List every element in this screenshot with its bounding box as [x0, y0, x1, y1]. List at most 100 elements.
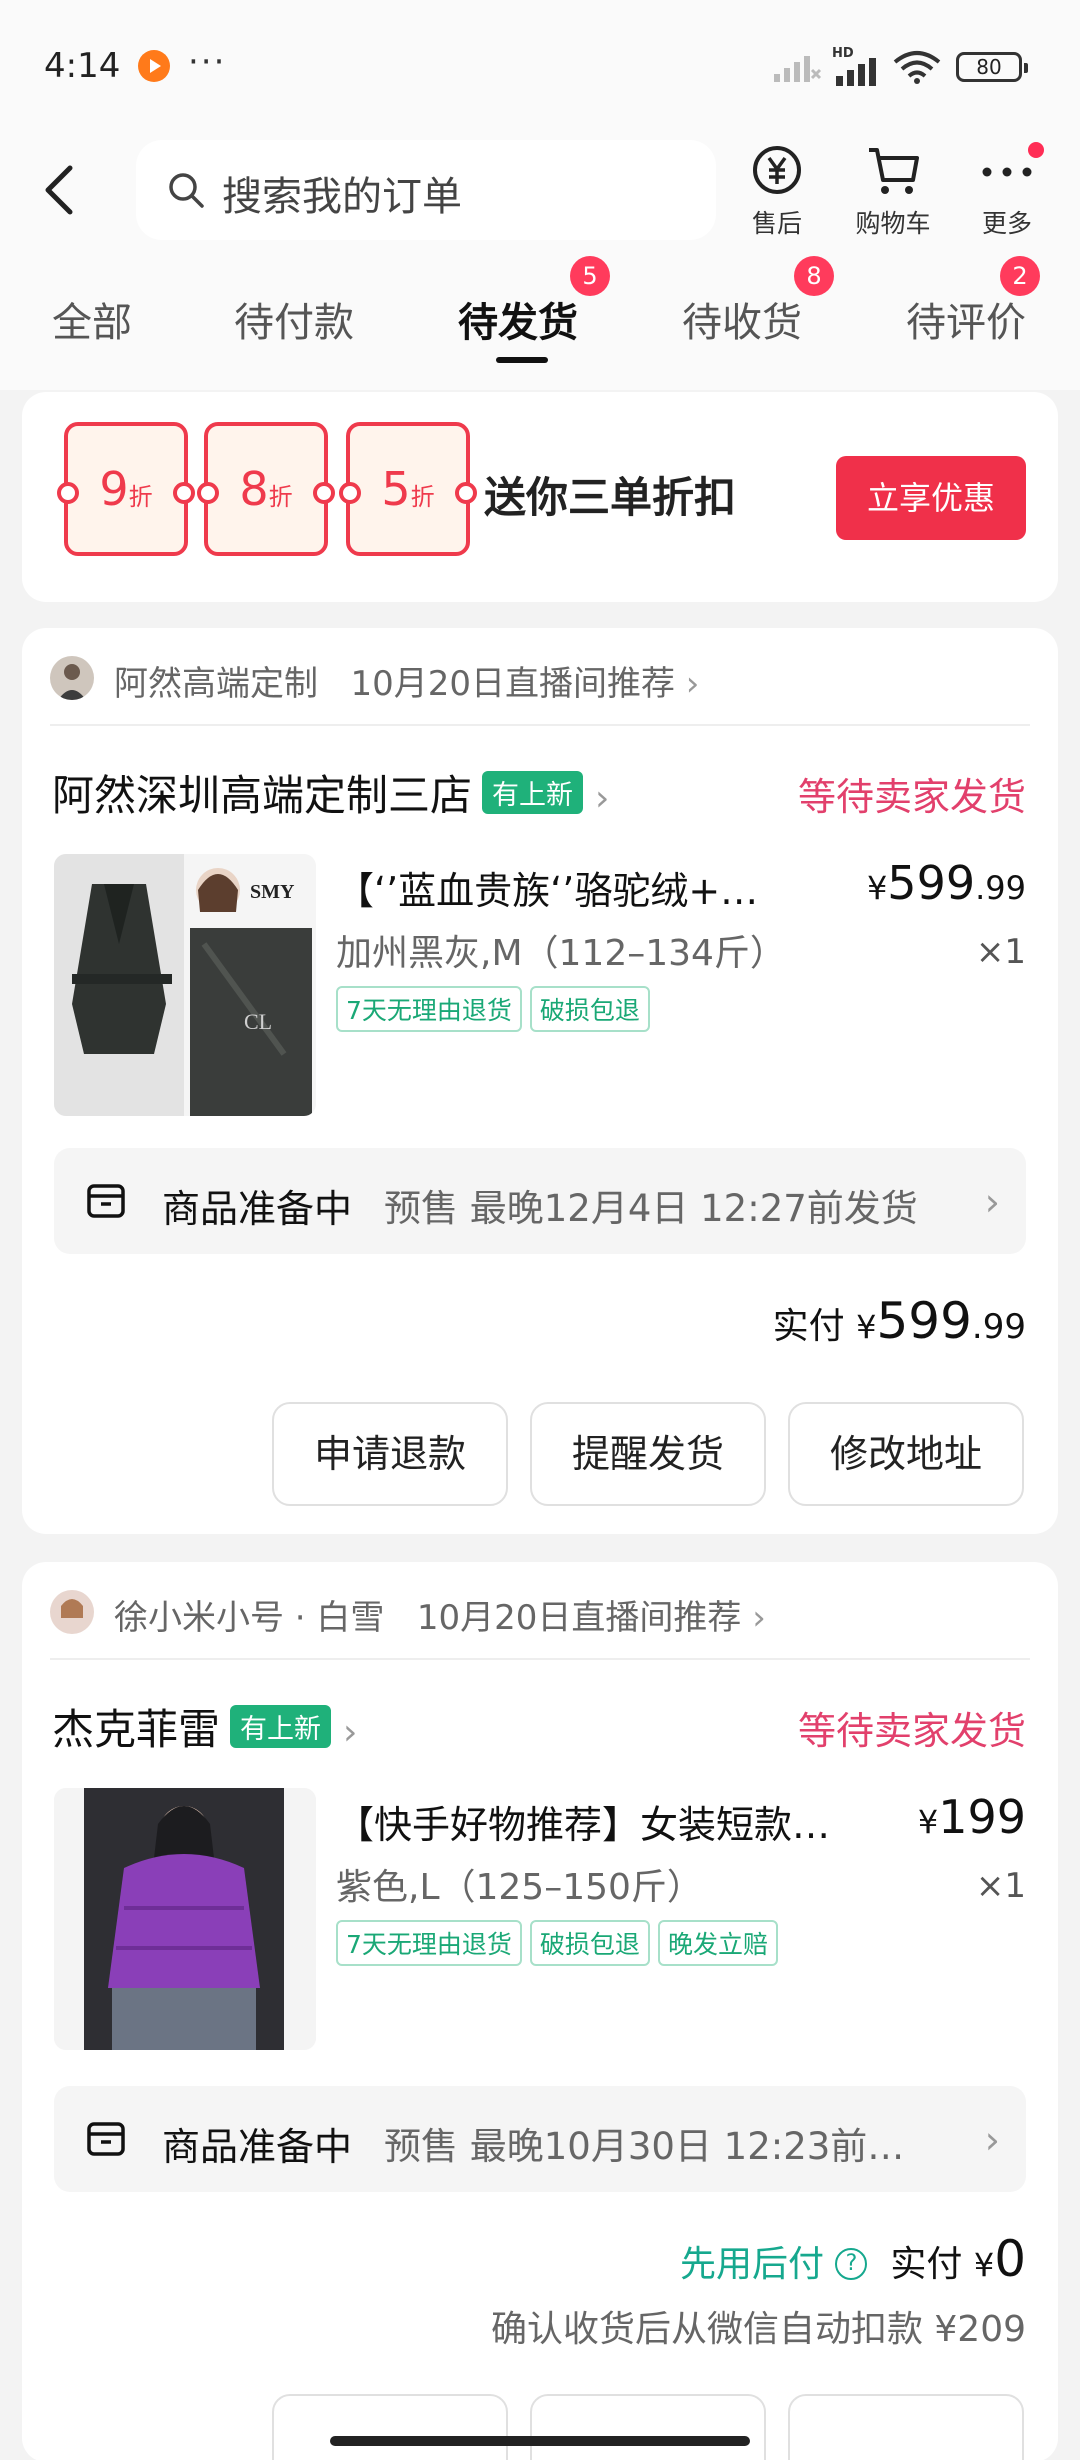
service-tag: 晚发立赔 — [657, 1920, 778, 1966]
tab-pending-receipt[interactable]: 待收货 8 — [682, 256, 834, 348]
tab-pending-shipment[interactable]: 待发货 5 — [458, 256, 610, 348]
tab-all[interactable]: 全部 — [52, 290, 132, 348]
shipping-note: 预售 最晚10月30日 12:23前… — [384, 2125, 905, 2168]
chevron-right-icon: › — [595, 778, 610, 819]
cart-button[interactable]: 购物车 — [838, 142, 948, 242]
recommender-name: 阿然高端定制 — [114, 664, 318, 704]
service-tags: 7天无理由退货 破损包退 晚发立赔 — [336, 1920, 786, 1966]
livestream-recommend-row[interactable]: 阿然高端定制 10月20日直播间推荐 › — [50, 646, 1030, 706]
product-image[interactable]: CL SMY — [54, 854, 316, 1116]
claim-discount-button[interactable]: 立享优惠 — [836, 456, 1026, 540]
clock: 4:14 — [44, 46, 121, 86]
shipping-state: 商品准备中 — [162, 1187, 353, 1231]
service-tag: 破损包退 — [529, 1920, 650, 1966]
chevron-right-icon: › — [752, 1598, 766, 1638]
back-arrow-icon[interactable] — [40, 160, 80, 220]
more-label: 更多 — [981, 209, 1032, 238]
order-card: 阿然高端定制 10月20日直播间推荐 › 阿然深圳高端定制三店 有上新 › 等待卖家… — [22, 628, 1058, 1534]
chevron-right-icon: › — [685, 664, 700, 704]
avatar — [50, 656, 94, 700]
help-circle-icon[interactable]: ? — [835, 2248, 868, 2280]
product-title[interactable]: 【快手好物推荐】女装短款… — [336, 1794, 830, 1849]
media-play-icon — [138, 50, 170, 82]
coupon-8: 8折 — [197, 422, 335, 556]
service-tag: 7天无理由退货 — [336, 1920, 522, 1966]
service-tags: 7天无理由退货 破损包退 — [336, 986, 658, 1032]
shipping-note: 预售 最晚12月4日 12:27前发货 — [384, 1187, 918, 1230]
tab-badge: 8 — [794, 256, 834, 296]
amount-paid-row: 先用后付 ? 实付 ¥0 — [680, 2230, 1026, 2288]
change-address-button[interactable]: 修改地址 — [788, 1402, 1024, 1506]
battery-indicator: 80 — [956, 52, 1028, 82]
package-icon — [87, 1184, 125, 1218]
signal-weak-icon — [774, 56, 822, 82]
after-sales-label: 售后 — [751, 209, 802, 238]
tab-pending-review[interactable]: 待评价 2 — [906, 256, 1040, 348]
refund-yen-icon — [753, 146, 801, 194]
service-tag: 7天无理由退货 — [336, 986, 522, 1032]
new-arrival-tag: 有上新 — [230, 1705, 332, 1748]
tab-badge: 2 — [1000, 256, 1040, 296]
remind-shipment-button[interactable]: 提醒发货 — [530, 1402, 766, 1506]
product-quantity: ×1 — [975, 932, 1026, 972]
new-arrival-tag: 有上新 — [482, 771, 584, 814]
order-tabs: 全部 待付款 待发货 5 待收货 8 待评价 2 — [0, 256, 1080, 370]
product-quantity: ×1 — [975, 1866, 1026, 1906]
cart-label: 购物车 — [855, 209, 931, 238]
product-title[interactable]: 【‘’蓝血贵族‘’骆驼绒+… — [336, 860, 758, 915]
request-refund-button[interactable]: 申请退款 — [272, 1402, 508, 1506]
active-tab-indicator — [496, 357, 548, 363]
search-placeholder: 搜索我的订单 — [222, 174, 462, 220]
search-input[interactable]: 搜索我的订单 — [136, 140, 716, 240]
notification-more-icon: ··· — [188, 42, 227, 82]
tab-pending-payment[interactable]: 待付款 — [234, 290, 354, 348]
product-price: ¥599.99 — [866, 856, 1026, 910]
shop-name-link[interactable]: 杰克菲雷 有上新 › — [52, 1696, 357, 1757]
product-image[interactable] — [54, 1788, 316, 2050]
chevron-right-icon: › — [984, 2118, 1000, 2162]
shop-name-link[interactable]: 阿然深圳高端定制三店 有上新 › — [52, 762, 609, 823]
wifi-icon — [893, 51, 941, 84]
signal-icon — [836, 58, 876, 86]
search-icon — [169, 173, 204, 208]
recommend-note: 10月20日直播间推荐 — [350, 664, 675, 704]
order-status: 等待卖家发货 — [797, 1709, 1026, 1753]
product-spec: 紫色,L（125–150斤） — [336, 1867, 703, 1908]
service-tag: 破损包退 — [529, 986, 650, 1032]
discount-promo-card: 9折 8折 5折 送你三单折扣 立享优惠 — [22, 392, 1058, 602]
brand-logo: SMY — [250, 881, 295, 903]
coupon-9: 9折 — [57, 422, 195, 556]
auto-deduct-note: 确认收货后从微信自动扣款 ¥209 — [490, 2309, 1026, 2350]
order-action-button[interactable] — [272, 2394, 508, 2460]
notification-dot — [1028, 142, 1044, 158]
order-status: 等待卖家发货 — [797, 775, 1026, 819]
recommender-name: 徐小米小号 · 白雪 — [114, 1598, 385, 1638]
home-indicator[interactable] — [330, 2436, 750, 2446]
shipping-status-row[interactable]: 商品准备中 预售 最晚10月30日 12:23前… › — [54, 2086, 1026, 2192]
promo-text: 送你三单折扣 — [484, 473, 737, 522]
chevron-right-icon: › — [984, 1180, 1000, 1224]
shipping-status-row[interactable]: 商品准备中 预售 最晚12月4日 12:27前发货 › — [54, 1148, 1026, 1254]
package-icon — [87, 2122, 125, 2156]
order-card: 徐小米小号 · 白雪 10月20日直播间推荐 › 杰克菲雷 有上新 › 等待卖家发货… — [22, 1562, 1058, 2460]
livestream-recommend-row[interactable]: 徐小米小号 · 白雪 10月20日直播间推荐 › — [50, 1580, 1030, 1640]
status-bar: 4:14 ··· HD 80 — [0, 0, 1080, 130]
more-button[interactable]: 更多 — [952, 142, 1062, 242]
product-price: ¥199 — [917, 1790, 1026, 1844]
shipping-state: 商品准备中 — [162, 2125, 353, 2169]
recommend-note: 10月20日直播间推荐 — [416, 1598, 742, 1638]
amount-paid: 实付 ¥599.99 — [772, 1292, 1026, 1350]
divider — [50, 1658, 1030, 1660]
avatar — [50, 1590, 94, 1634]
order-action-button[interactable] — [530, 2394, 766, 2460]
after-sales-button[interactable]: 售后 — [722, 142, 832, 242]
svg-text:CL: CL — [244, 1009, 272, 1034]
divider — [50, 724, 1030, 726]
order-action-button[interactable] — [788, 2394, 1024, 2460]
pay-later-label[interactable]: 先用后付 — [680, 2244, 824, 2285]
coupon-5: 5折 — [339, 422, 477, 556]
tab-badge: 5 — [570, 256, 610, 296]
product-spec: 加州黑灰,M（112–134斤） — [336, 933, 786, 974]
cart-icon — [869, 148, 919, 194]
chevron-right-icon: › — [343, 1712, 358, 1753]
